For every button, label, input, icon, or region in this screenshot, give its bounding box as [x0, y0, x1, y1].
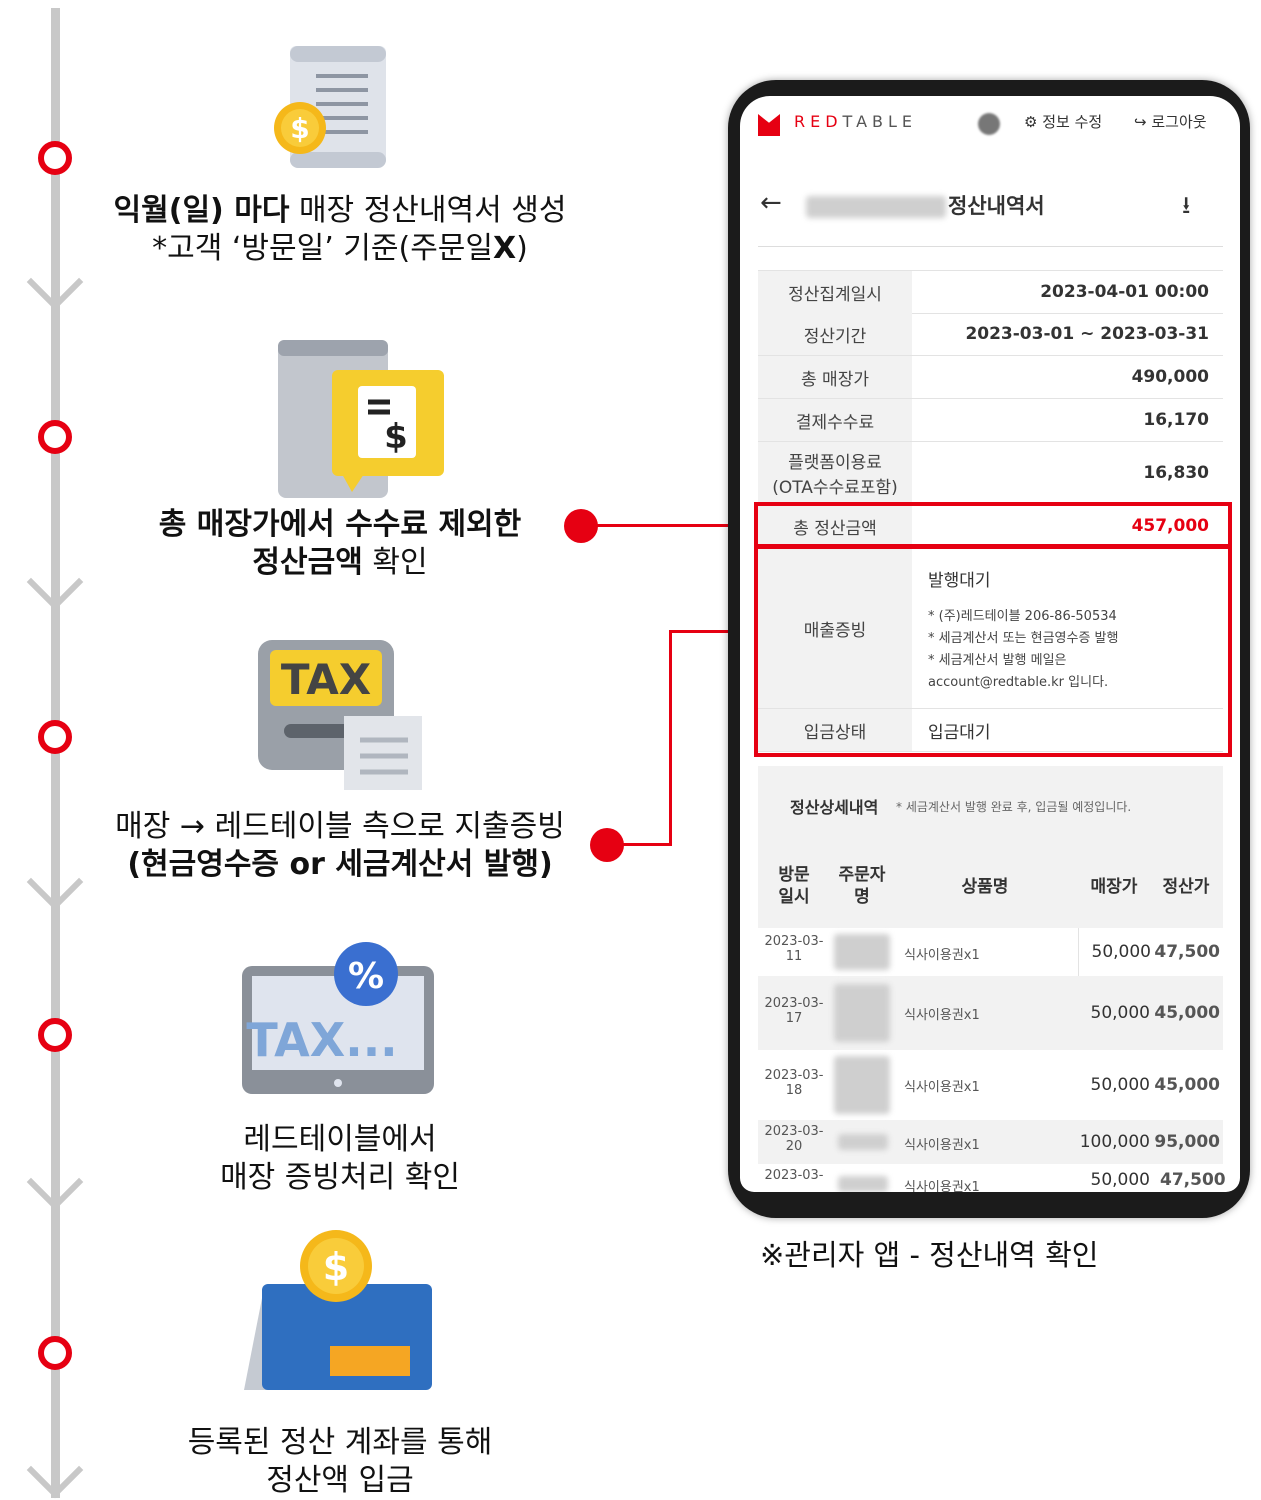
highlight-total-box — [754, 502, 1232, 548]
table-row: 2023-03- 식사이용권x1 50,000 47,500 — [758, 1164, 1226, 1192]
column-header: 상품명 — [961, 877, 1009, 897]
logout-button[interactable]: ↪ 로그아웃 — [1134, 111, 1207, 132]
gear-icon: ⚙ — [1024, 113, 1038, 131]
download-icon[interactable]: ⭳ — [1182, 188, 1190, 229]
summary-row: 총 매장가 490,000 — [758, 356, 1223, 399]
brand-name: REDTABLE — [794, 112, 918, 131]
invoice-message-icon: $ — [278, 340, 448, 500]
summary-row: 플랫폼이용료 (OTA수수료포함) 16,830 — [758, 442, 1223, 505]
highlight-proof-box — [754, 545, 1232, 757]
timeline-node — [38, 720, 72, 754]
summary-row: 정산기간 2023-03-01 ~ 2023-03-31 — [758, 313, 1223, 356]
step-3-text: 매장 → 레드테이블 측으로 지출증빙 (현금영수증 or 세금계산서 발행) — [115, 809, 565, 882]
column-header: 방문 일시 — [778, 865, 810, 907]
connector-line — [620, 843, 672, 846]
column-header: 정산가 — [1162, 877, 1210, 897]
table-row: 2023-03- 17 식사이용권x1 50,000 45,000 — [758, 978, 1223, 1048]
connector-line — [669, 630, 672, 846]
timeline-chevron-icon — [26, 253, 84, 311]
detail-title: 정산상세내역 — [790, 798, 879, 817]
detail-note: * 세금계산서 발행 완료 후, 입금될 예정입니다. — [896, 800, 1132, 814]
coin-wallet-icon: $ — [244, 1228, 434, 1392]
svg-text:TAX...: TAX... — [246, 1013, 397, 1067]
table-row: 2023-03- 20 식사이용권x1 100,000 95,000 — [758, 1122, 1223, 1162]
step-1-text: 익월(일) 마다 매장 정산내역서 생성 *고객 ‘방문일’ 기준(주문일X) — [113, 193, 567, 266]
step-2-text: 총 매장가에서 수수료 제외한 정산금액 확인 — [158, 507, 522, 580]
timeline-node — [38, 1336, 72, 1370]
store-name-blurred — [806, 196, 946, 218]
timeline-node — [38, 141, 72, 175]
back-arrow-icon[interactable]: ← — [760, 188, 782, 218]
table-row: 2023-03- 18 식사이용권x1 50,000 45,000 — [758, 1050, 1223, 1120]
timeline-chevron-icon — [26, 1153, 84, 1211]
timeline-node — [38, 420, 72, 454]
timeline-chevron-icon — [26, 853, 84, 911]
svg-text:TAX: TAX — [281, 655, 371, 704]
svg-text:$: $ — [290, 112, 309, 145]
svg-text:%: % — [348, 956, 384, 997]
timeline-chevron-icon — [26, 1441, 84, 1499]
tax-calculator-icon: TAX — [256, 638, 426, 790]
timeline-chevron-icon — [26, 553, 84, 611]
svg-text:$: $ — [323, 1245, 349, 1289]
connector-dot — [590, 828, 624, 862]
table-row: 2023-03- 11 식사이용권x1 50,000 47,500 — [758, 928, 1223, 976]
step-4-text: 레드테이블에서 매장 증빙처리 확인 — [220, 1122, 460, 1195]
step-5-text: 등록된 정산 계좌를 통해 정산액 입금 — [187, 1425, 493, 1498]
phone-caption: ※관리자 앱 - 정산내역 확인 — [760, 1238, 1099, 1272]
svg-text:$: $ — [384, 417, 408, 457]
connector-dot — [564, 509, 598, 543]
timeline-node — [38, 1018, 72, 1052]
column-header: 매장가 — [1090, 877, 1138, 897]
avatar[interactable] — [978, 113, 1000, 135]
page-title: 정산내역서 — [948, 194, 1045, 218]
column-header: 주문자 명 — [838, 865, 886, 907]
tax-tablet-icon: TAX... % — [240, 940, 436, 1096]
edit-profile-button[interactable]: ⚙ 정보 수정 — [1024, 111, 1102, 132]
summary-row: 정산집계일시 2023-04-01 00:00 — [758, 270, 1223, 314]
logout-icon: ↪ — [1134, 113, 1147, 131]
redtable-logo-icon — [758, 114, 780, 136]
summary-row: 결제수수료 16,170 — [758, 399, 1223, 442]
receipt-dollar-icon: $ — [268, 40, 398, 175]
divider — [758, 246, 1223, 247]
